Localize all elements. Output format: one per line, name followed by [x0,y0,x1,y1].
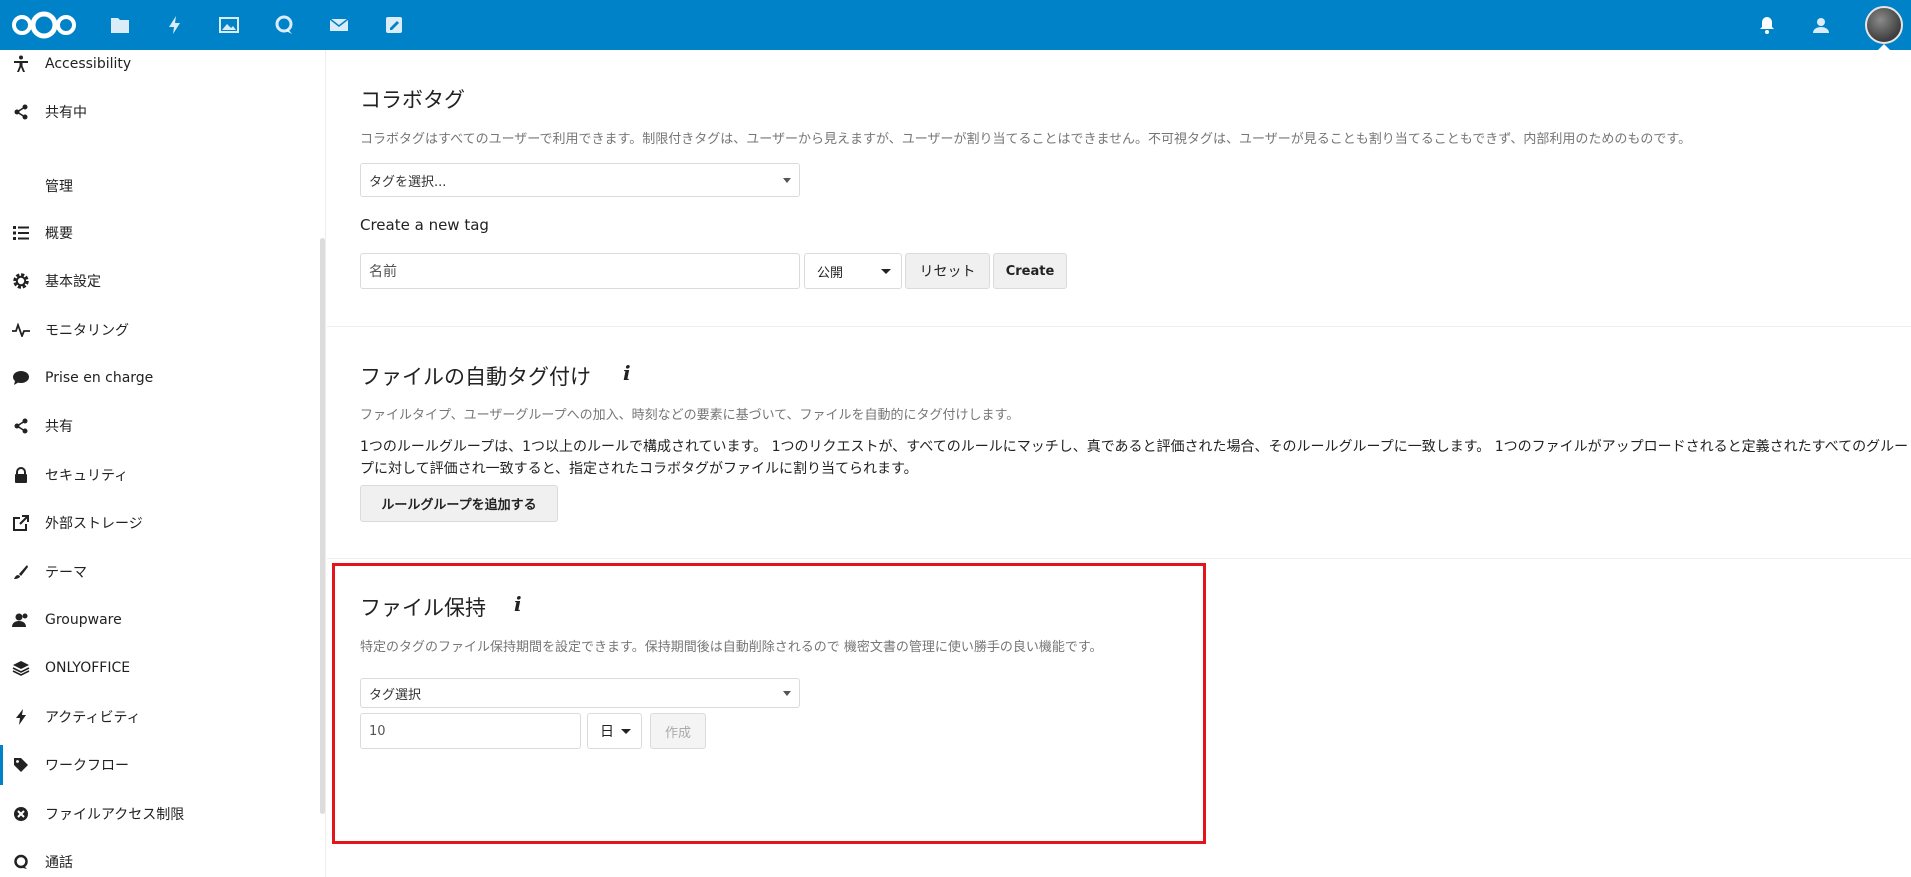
chevron-down-icon [881,269,891,274]
group-icon [10,609,32,631]
sidebar-item-label: ワークフロー [45,758,129,774]
sidebar-item-label: 共有中 [45,105,87,121]
sidebar-item-label: セキュリティ [45,468,129,484]
sidebar-item-label: アクティビティ [45,710,141,726]
brush-icon [10,561,32,583]
mail-icon[interactable] [325,11,353,39]
sidebar-item-onlyoffice[interactable]: ONLYOFFICE [0,648,318,688]
collab-tags-title: コラボタグ [360,88,465,112]
sidebar-item-label: Groupware [45,612,122,628]
retention-highlight-box [332,563,1206,844]
accessibility-icon [10,53,32,75]
sidebar-item-groupware[interactable]: Groupware [0,600,318,640]
tag-select-placeholder: タグを選択... [369,174,447,190]
sidebar-item-share[interactable]: 共有 [0,406,318,446]
external-link-icon [10,512,32,534]
sidebar-item-file-access-control[interactable]: ファイルアクセス制限 [0,794,318,834]
sidebar-item-monitoring[interactable]: モニタリング [0,310,318,350]
top-header [0,0,1911,51]
activity-icon[interactable] [161,11,189,39]
sidebar-item-basic-settings[interactable]: 基本設定 [0,261,318,301]
reset-button[interactable]: リセット [905,253,990,289]
sidebar-item-theming[interactable]: テーマ [0,552,318,592]
sidebar-scrollbar[interactable] [320,238,325,814]
sidebar-item-label: 外部ストレージ [45,516,143,532]
sidebar-item-label: ファイルアクセス制限 [45,807,185,823]
gear-icon [10,270,32,292]
sidebar-item-talk[interactable]: 通話 [0,842,318,877]
comment-icon [10,367,32,389]
add-rule-group-button[interactable]: ルールグループを追加する [360,485,558,522]
sidebar-item-external-storage[interactable]: 外部ストレージ [0,503,318,543]
sidebar-item-label: 通話 [45,855,73,871]
layers-icon [10,657,32,679]
sidebar-item-label: テーマ [45,565,87,581]
sidebar-item-label: 基本設定 [45,274,101,290]
lock-icon [10,464,32,486]
photos-icon[interactable] [215,11,243,39]
sidebar-item-security[interactable]: セキュリティ [0,455,318,495]
create-tag-button[interactable]: Create [993,253,1067,289]
admin-section-heading: 管理 [45,179,73,195]
sidebar-item-label: 共有 [45,419,73,435]
nextcloud-logo-icon[interactable] [8,8,80,42]
auto-tagging-title: ファイルの自動タグ付け [360,365,591,389]
activity-icon [10,706,32,728]
collab-tags-description: コラボタグはすべてのユーザーで利用できます。制限付きタグは、ユーザーから見えます… [360,132,1692,147]
sidebar-item-support[interactable]: Prise en charge [0,358,318,398]
sidebar-item-label: Prise en charge [45,370,154,386]
chevron-down-icon [783,178,791,183]
share-icon [10,101,32,123]
create-tag-label: Create a new tag [360,216,489,234]
tag-visibility-select[interactable]: 公開 [804,253,902,289]
avatar[interactable] [1865,6,1903,44]
sidebar-item-accessibility[interactable]: Accessibility [0,50,318,84]
auto-tagging-explanation: 1つのルールグループは、1つ以上のルールで構成されています。 1つのリクエストが… [360,439,1909,477]
tag-name-input[interactable]: 名前 [360,253,800,289]
talk-icon [10,851,32,873]
sidebar-item-overview[interactable]: 概要 [0,213,318,253]
sidebar-item-activity[interactable]: アクティビティ [0,697,318,737]
tag-select-dropdown[interactable]: タグを選択... [360,163,800,197]
settings-sidebar: Accessibility 共有中 管理 概要 基本設定 モニタリング Pris… [0,50,326,877]
sidebar-item-label: モニタリング [45,323,129,339]
share-icon [10,415,32,437]
auto-tagging-description: ファイルタイプ、ユーザーグループへの加入、時刻などの要素に基づいて、ファイルを自… [360,408,1020,423]
list-icon [10,222,32,244]
talk-icon[interactable] [270,11,298,39]
sidebar-item-label: 概要 [45,226,73,242]
info-icon[interactable]: i [623,361,631,385]
files-icon[interactable] [106,11,134,39]
sidebar-item-workflow[interactable]: ワークフロー [0,745,318,785]
block-icon [10,803,32,825]
pulse-icon [10,319,32,341]
contacts-icon[interactable] [1808,12,1834,38]
sidebar-item-label: Accessibility [45,56,132,72]
tag-visibility-value: 公開 [817,265,844,281]
notes-icon[interactable] [380,11,408,39]
notifications-icon[interactable] [1754,12,1780,38]
tag-icon [10,754,32,776]
section-divider [327,558,1911,559]
sidebar-item-label: ONLYOFFICE [45,660,131,676]
sidebar-item-sharing[interactable]: 共有中 [0,92,318,132]
tag-name-placeholder: 名前 [369,264,397,280]
section-divider [327,326,1911,327]
